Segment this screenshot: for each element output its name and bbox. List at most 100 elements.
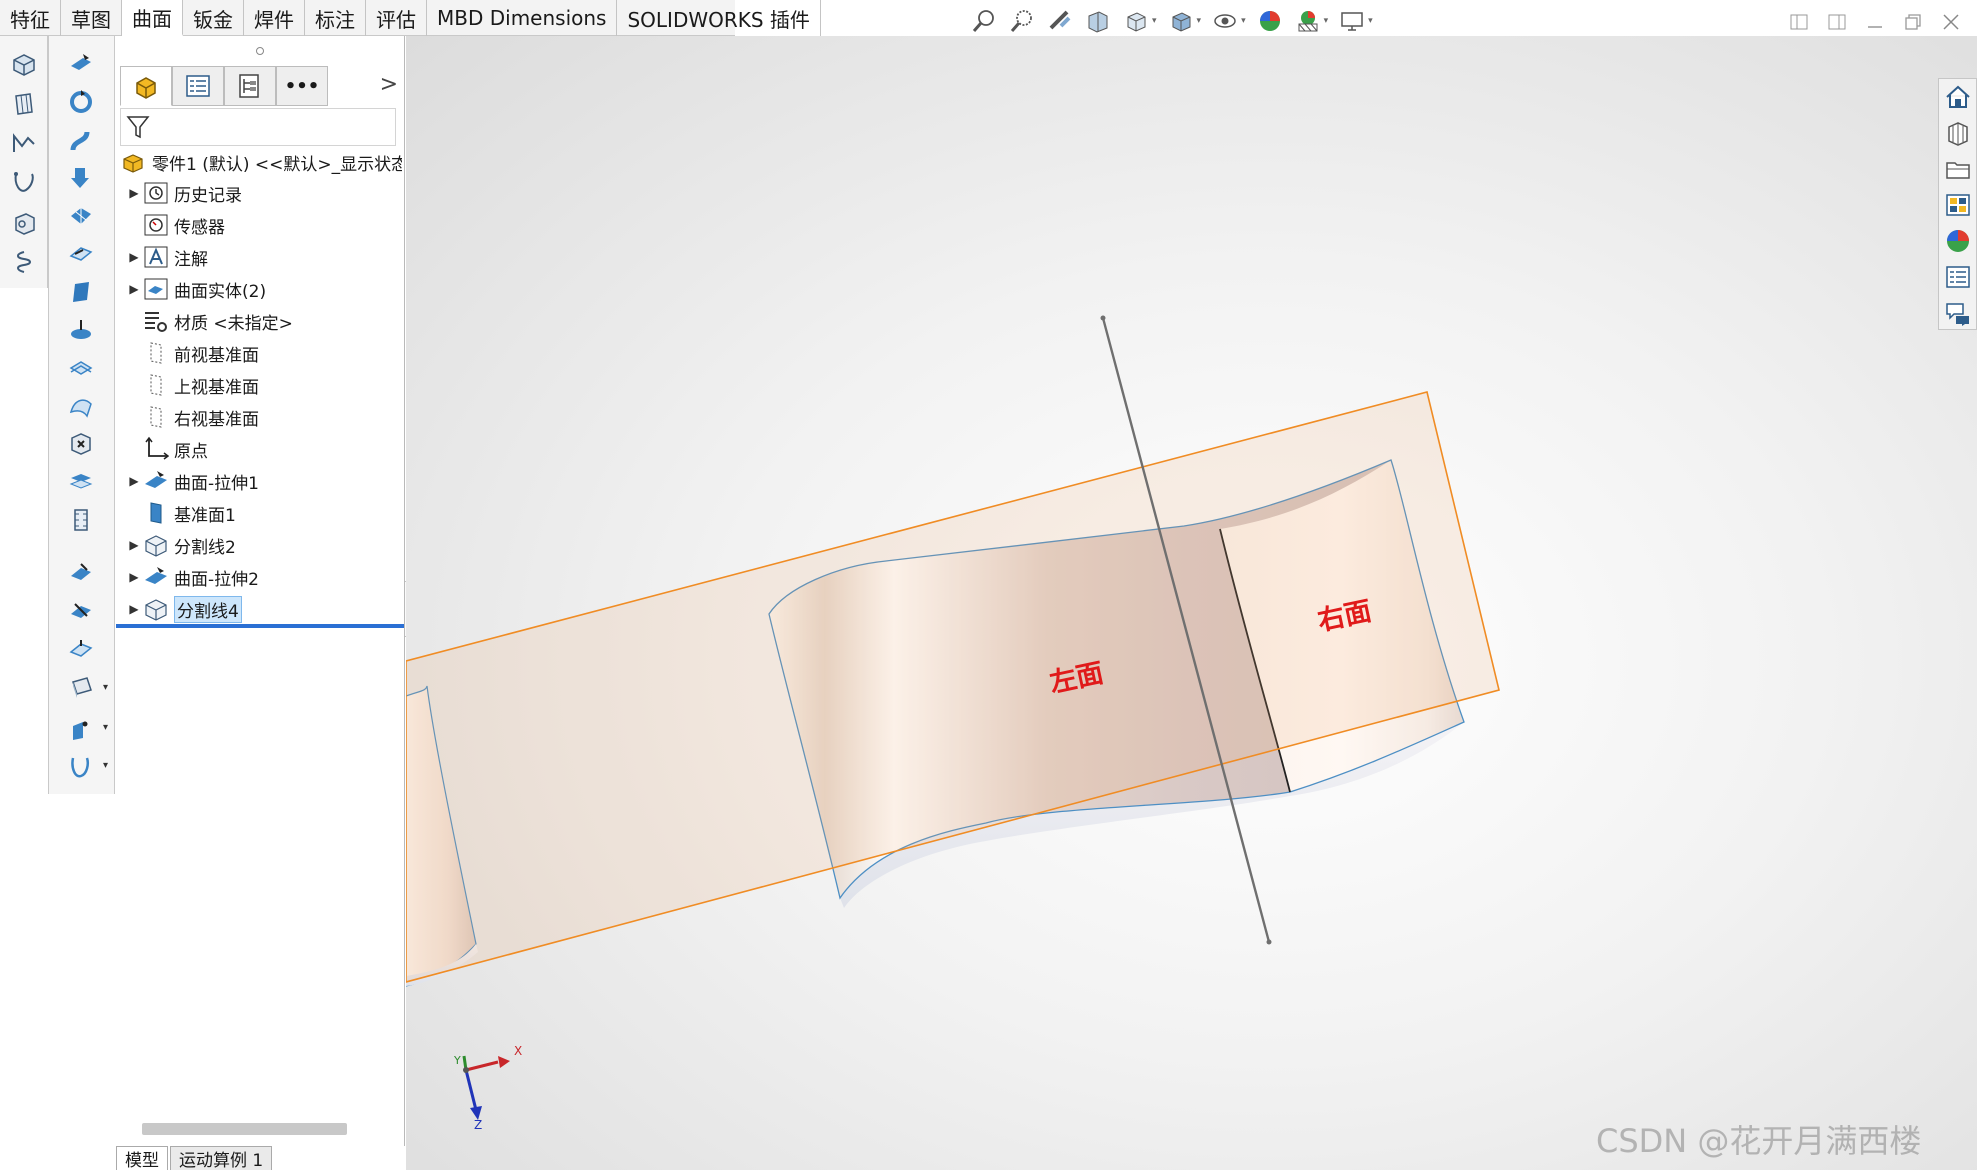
tree-item-surface-extrude1[interactable]: ▶ 曲面-拉伸1: [126, 467, 259, 495]
part-icon[interactable]: [8, 208, 40, 240]
thicken-icon[interactable]: [65, 558, 97, 590]
reference-geometry-icon[interactable]: [65, 714, 97, 746]
tab-sketch[interactable]: 草图: [61, 0, 122, 36]
tree-item-origin[interactable]: 原点: [126, 435, 208, 463]
display-style-icon[interactable]: [1165, 6, 1197, 36]
tree-item-split-line4[interactable]: ▶ 分割线4: [126, 595, 242, 623]
planar-surface-icon[interactable]: [8, 88, 40, 120]
cut-with-surface-icon[interactable]: [65, 596, 97, 628]
tree-filter-input[interactable]: [120, 108, 396, 146]
tree-item-front-plane[interactable]: 前视基准面: [126, 339, 259, 367]
chevron-right-icon[interactable]: ▶: [126, 602, 142, 616]
extend-surface-icon[interactable]: [65, 634, 97, 666]
tree-item-material[interactable]: 材质 <未指定>: [126, 307, 293, 335]
tree-item-surface-extrude2[interactable]: ▶ 曲面-拉伸2: [126, 563, 259, 591]
chevron-down-icon[interactable]: ▾: [1152, 16, 1157, 26]
curve-icon[interactable]: [8, 168, 40, 200]
helix-icon[interactable]: [8, 246, 40, 278]
home-icon[interactable]: [1939, 79, 1977, 115]
rollback-bar[interactable]: [116, 624, 404, 628]
graphics-area[interactable]: X Y Z 左面 右面 CSDN @花开月满西楼: [406, 36, 1977, 1170]
tab-sheet-metal[interactable]: 钣金: [183, 0, 244, 36]
delete-face-icon[interactable]: [65, 428, 97, 460]
apply-scene-icon[interactable]: [1292, 6, 1324, 36]
revolved-surface-icon[interactable]: [65, 86, 97, 118]
chevron-down-icon[interactable]: ▾: [1241, 16, 1246, 26]
chevron-down-icon[interactable]: ▾: [103, 722, 108, 733]
chevron-down-icon[interactable]: ▾: [103, 682, 108, 693]
chevron-right-icon[interactable]: ▶: [126, 282, 142, 296]
curves-icon[interactable]: [65, 752, 97, 784]
tab-mbd-dimensions[interactable]: MBD Dimensions: [427, 0, 618, 36]
tree-item-plane1[interactable]: 基准面1: [126, 499, 236, 527]
tab-motion-study-1[interactable]: 运动算例 1: [170, 1146, 273, 1170]
chevron-down-icon[interactable]: ▾: [1368, 16, 1373, 26]
chevron-down-icon[interactable]: ▾: [1197, 16, 1202, 26]
hide-show-items-icon[interactable]: [1209, 6, 1241, 36]
reference-plane[interactable]: [406, 391, 1500, 983]
edit-appearance-icon[interactable]: [1254, 6, 1286, 36]
tab-solidworks-addins[interactable]: SOLIDWORKS 插件: [617, 0, 821, 36]
replace-face-icon[interactable]: [65, 466, 97, 498]
section-view-icon[interactable]: [1082, 6, 1114, 36]
tree-item-surface-bodies[interactable]: ▶ 曲面实体(2): [126, 275, 266, 303]
sketch-icon[interactable]: [8, 128, 40, 160]
close-icon[interactable]: [1937, 8, 1965, 36]
previous-view-icon[interactable]: [1044, 6, 1076, 36]
zoom-to-fit-icon[interactable]: [968, 6, 1000, 36]
tab-evaluate[interactable]: 评估: [366, 0, 427, 36]
tile-left-icon[interactable]: [1785, 8, 1813, 36]
tab-features[interactable]: 特征: [0, 0, 61, 36]
swept-surface-icon[interactable]: [65, 124, 97, 156]
tab-model[interactable]: 模型: [116, 1146, 168, 1170]
chevron-right-icon[interactable]: ▶: [126, 186, 142, 200]
tab-surfaces[interactable]: 曲面: [122, 0, 183, 36]
chevron-right-icon[interactable]: >: [380, 72, 398, 97]
horizontal-scrollbar[interactable]: [142, 1123, 347, 1135]
ruled-surface-icon[interactable]: [65, 276, 97, 308]
tree-item-right-plane[interactable]: 右视基准面: [126, 403, 259, 431]
trim-surface-icon[interactable]: [65, 672, 97, 704]
chevron-down-icon[interactable]: ▾: [103, 760, 108, 771]
chevron-right-icon[interactable]: ▶: [126, 538, 142, 552]
custom-properties-icon[interactable]: [1939, 259, 1977, 295]
tree-item-sensors[interactable]: 传感器: [126, 211, 225, 239]
view-settings-icon[interactable]: [1336, 6, 1368, 36]
chevron-right-icon[interactable]: ▶: [126, 250, 142, 264]
view-orientation-icon[interactable]: [1120, 6, 1152, 36]
offset-surface-icon[interactable]: [65, 238, 97, 270]
chevron-right-icon[interactable]: ▶: [126, 474, 142, 488]
feature-manager-tab[interactable]: [120, 66, 172, 106]
design-library-icon[interactable]: [1939, 115, 1977, 151]
appearances-icon[interactable]: [1939, 223, 1977, 259]
fill-surface-icon[interactable]: [65, 352, 97, 384]
chevron-down-icon[interactable]: ▾: [1324, 16, 1329, 26]
more-tab[interactable]: •••: [276, 66, 328, 106]
lofted-surface-icon[interactable]: [65, 162, 97, 194]
planar-surface-icon[interactable]: [65, 314, 97, 346]
split-line-icon: [142, 595, 170, 623]
restore-icon[interactable]: [1899, 8, 1927, 36]
tree-item-history[interactable]: ▶ 历史记录: [126, 179, 242, 207]
tile-right-icon[interactable]: [1823, 8, 1851, 36]
knit-surface-icon[interactable]: [65, 504, 97, 536]
panel-splitter[interactable]: [116, 36, 404, 66]
tree-item-annotations[interactable]: ▶ 注解: [126, 243, 208, 271]
view-palette-icon[interactable]: [1939, 187, 1977, 223]
tree-item-top-plane[interactable]: 上视基准面: [126, 371, 259, 399]
boundary-surface-icon[interactable]: [65, 200, 97, 232]
minimize-icon[interactable]: [1861, 8, 1889, 36]
extrude-surface-icon[interactable]: [8, 48, 40, 80]
configuration-manager-tab[interactable]: [224, 66, 276, 106]
property-manager-tab[interactable]: [172, 66, 224, 106]
forum-icon[interactable]: [1939, 295, 1977, 331]
tab-weldments[interactable]: 焊件: [244, 0, 305, 36]
freeform-icon[interactable]: [65, 390, 97, 422]
tree-item-split-line2[interactable]: ▶ 分割线2: [126, 531, 236, 559]
zoom-to-area-icon[interactable]: [1006, 6, 1038, 36]
file-explorer-icon[interactable]: [1939, 151, 1977, 187]
chevron-right-icon[interactable]: ▶: [126, 570, 142, 584]
tab-markup[interactable]: 标注: [305, 0, 366, 36]
extruded-surface-icon[interactable]: [65, 48, 97, 80]
tree-root-part[interactable]: 零件1 (默认) <<默认>_显示状态: [120, 148, 402, 176]
